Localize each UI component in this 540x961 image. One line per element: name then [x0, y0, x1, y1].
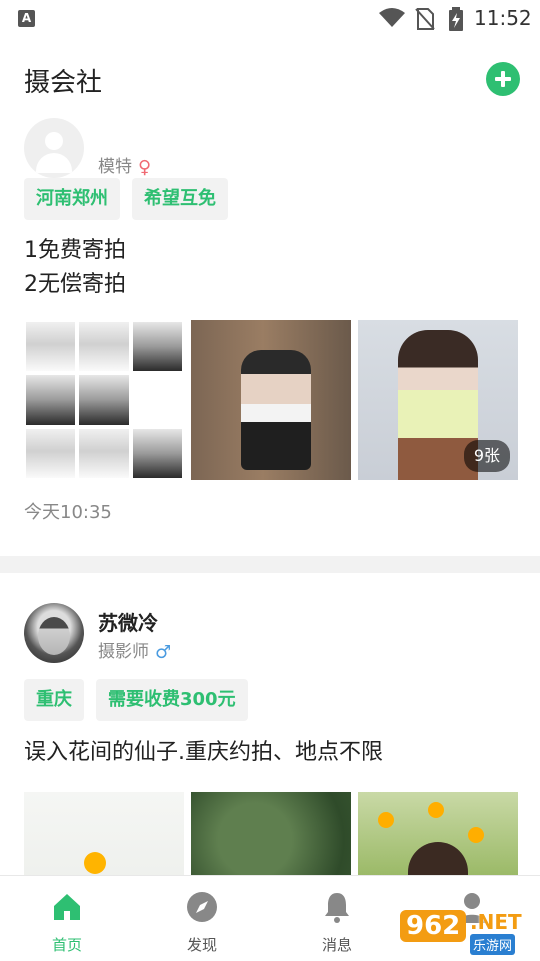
photo-row	[24, 792, 518, 875]
description-line: 误入花间的仙子.重庆约拍、地点不限	[24, 740, 383, 765]
flower-shape	[378, 812, 394, 828]
photo-count-badge: 9张	[463, 440, 510, 472]
post-photo[interactable]	[191, 320, 351, 480]
watermark-number: 962	[400, 910, 467, 942]
bell-icon	[325, 893, 349, 923]
post-photo[interactable]	[24, 792, 184, 875]
collage-cell	[132, 375, 182, 425]
collage-cell	[26, 322, 76, 372]
collage-cell	[132, 428, 182, 478]
user-role: 模特 ♀	[98, 152, 151, 178]
watermark-logo: 962 .NET 乐游网	[400, 908, 535, 956]
user-role-label: 模特	[98, 157, 132, 177]
location-tag[interactable]: 河南郑州	[24, 178, 120, 220]
accessibility-icon: A	[18, 10, 35, 27]
watermark-suffix: .NET	[470, 910, 522, 934]
tab-home[interactable]: 首页	[27, 886, 107, 955]
compass-icon	[187, 892, 217, 922]
collage-cell	[79, 375, 129, 425]
app-header: 摄会社	[0, 38, 540, 118]
add-post-button[interactable]	[486, 62, 520, 96]
collage-cell	[79, 322, 129, 372]
tab-label: 消息	[321, 936, 352, 954]
flower-shape	[428, 802, 444, 818]
collage-grid	[24, 320, 184, 480]
card-divider	[0, 556, 540, 573]
price-tag[interactable]: 需要收费300元	[96, 679, 248, 721]
tab-messages[interactable]: 消息	[297, 886, 377, 955]
post-card[interactable]: 模特 ♀ 河南郑州 希望互免 1免费寄拍 2无偿寄拍 9张 今天10:35	[0, 118, 540, 556]
description-line: 1免费寄拍	[24, 238, 126, 263]
watermark-text: 乐游网	[470, 934, 516, 955]
no-sim-icon	[415, 8, 435, 30]
female-icon: ♀	[138, 157, 152, 178]
status-bar: A 11:52	[0, 0, 540, 38]
avatar-face	[38, 617, 70, 655]
page-title: 摄会社	[24, 68, 103, 98]
collage-cell	[26, 428, 76, 478]
battery-charging-icon	[449, 7, 463, 31]
tab-label: 发现	[186, 936, 217, 954]
flower-shape	[84, 852, 106, 874]
photo-subject	[241, 350, 311, 470]
avatar[interactable]	[24, 603, 84, 663]
photo-subject	[408, 842, 468, 875]
user-role: 摄影师 ♂	[98, 637, 171, 663]
tab-label: 首页	[51, 936, 82, 954]
flower-shape	[468, 827, 484, 843]
post-description[interactable]: 误入花间的仙子.重庆约拍、地点不限	[24, 736, 383, 770]
avatar[interactable]	[24, 118, 84, 178]
post-card[interactable]: 苏微冷 摄影师 ♂ 重庆 需要收费300元 误入花间的仙子.重庆约拍、地点不限	[0, 573, 540, 875]
status-time: 11:52	[474, 6, 532, 30]
location-tag[interactable]: 重庆	[24, 679, 84, 721]
description-line: 2无偿寄拍	[24, 272, 126, 297]
male-icon: ♂	[155, 642, 172, 663]
post-time: 今天10:35	[24, 502, 112, 523]
avatar-body-shape	[36, 153, 72, 173]
wifi-icon	[379, 8, 405, 27]
user-role-label: 摄影师	[98, 642, 149, 662]
tab-discover[interactable]: 发现	[162, 886, 242, 955]
post-photo[interactable]: 9张	[358, 320, 518, 480]
post-description[interactable]: 1免费寄拍 2无偿寄拍	[24, 234, 126, 302]
deal-tag[interactable]: 希望互免	[132, 178, 228, 220]
collage-cell	[26, 375, 76, 425]
post-photo[interactable]	[191, 792, 351, 875]
home-icon	[54, 894, 80, 920]
user-name[interactable]: 苏微冷	[98, 607, 158, 636]
avatar-head-shape	[45, 132, 63, 150]
collage-photo[interactable]	[24, 320, 184, 480]
collage-cell	[79, 428, 129, 478]
photo-row: 9张	[24, 320, 518, 480]
tag-list: 重庆 需要收费300元	[24, 679, 248, 721]
tag-list: 河南郑州 希望互免	[24, 178, 228, 220]
post-feed[interactable]: 模特 ♀ 河南郑州 希望互免 1免费寄拍 2无偿寄拍 9张 今天10:35 苏微…	[0, 118, 540, 875]
collage-cell	[132, 322, 182, 372]
post-photo[interactable]	[358, 792, 518, 875]
